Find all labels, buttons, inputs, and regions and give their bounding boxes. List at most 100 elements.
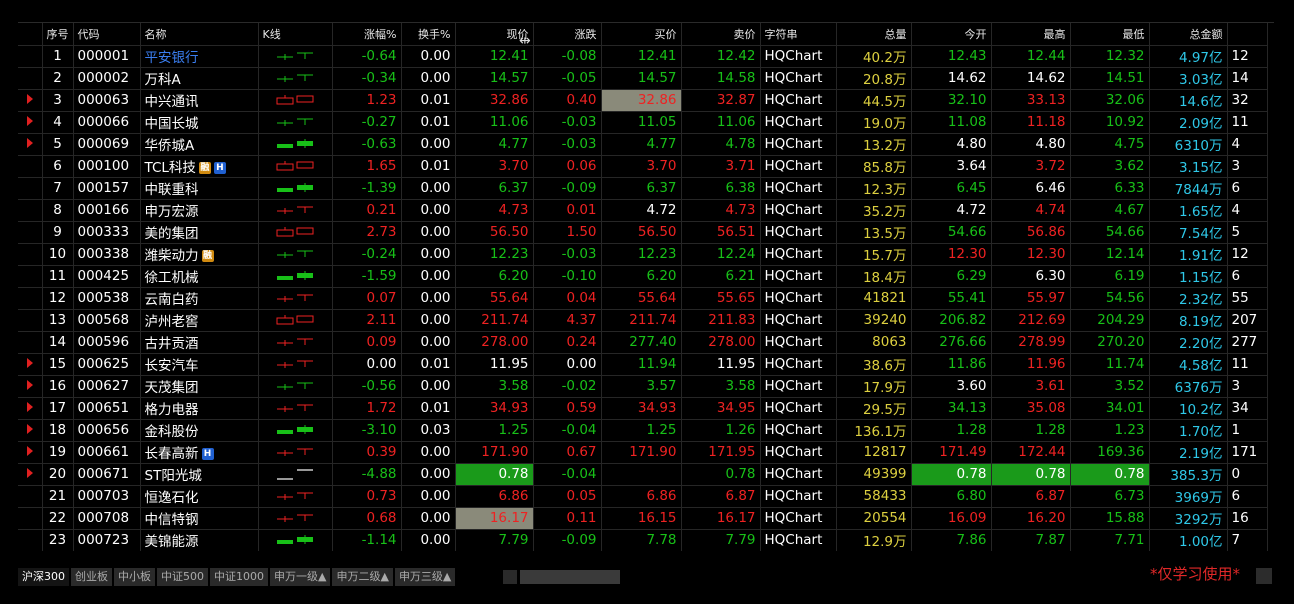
volume-cell: 35.2万: [836, 199, 912, 222]
stock-name[interactable]: 长春高新 H: [140, 441, 259, 464]
stock-code: 000627: [73, 375, 141, 398]
tab-3[interactable]: 中证500: [157, 568, 208, 586]
stock-name[interactable]: 华侨城A: [140, 133, 259, 156]
table-row[interactable]: 9 000333 美的集团 2.73 0.00 56.50 1.50 56.50 56.51 HQ…: [18, 221, 1268, 244]
table-row[interactable]: 16 000627 天茂集团 -0.56 0.00 3.58 -0.02 3.57 3.58 HQ…: [18, 375, 1268, 398]
table-row[interactable]: 23 000723 美锦能源 -1.14 0.00 7.79 -0.09 7.78 7.79 HQ…: [18, 529, 1268, 551]
row-index: 16: [42, 375, 74, 398]
stock-name[interactable]: 云南白药: [140, 287, 259, 310]
stock-name[interactable]: 恒逸石化: [140, 485, 259, 508]
stock-name[interactable]: 中国长城: [140, 111, 259, 134]
table-row[interactable]: 1 000001 平安银行 -0.64 0.00 12.41 -0.08 12.41 12.42…: [18, 45, 1268, 68]
stock-name[interactable]: ST阳光城: [140, 463, 259, 486]
bid-cell: 171.90: [601, 441, 682, 464]
stock-name[interactable]: 古井贡酒: [140, 331, 259, 354]
open-cell: 0.78: [911, 463, 992, 486]
column-header-change-col[interactable]: 涨跌: [533, 23, 602, 46]
table-row[interactable]: 18 000656 金科股份 -3.10 0.03 1.25 -0.04 1.25 1.26 HQ…: [18, 419, 1268, 442]
table-row[interactable]: 6 000100 TCL科技融 H 1.65 0.01 3.70 0.06 3.70 3.71 HQ…: [18, 155, 1268, 178]
tab-4[interactable]: 中证1000: [210, 568, 268, 586]
table-row[interactable]: 4 000066 中国长城 -0.27 0.01 11.06 -0.03 11.05 11.06…: [18, 111, 1268, 134]
stock-name[interactable]: 中联重科: [140, 177, 259, 200]
table-row[interactable]: 2 000002 万科A -0.34 0.00 14.57 -0.05 14.57 14.58 H…: [18, 67, 1268, 90]
column-header-ask-col[interactable]: 卖价: [681, 23, 761, 46]
stock-name[interactable]: 平安银行: [140, 45, 259, 68]
table-row[interactable]: 10 000338 潍柴动力融 -0.24 0.00 12.23 -0.03 12.23 12.…: [18, 243, 1268, 266]
price-cell: 12.23: [455, 243, 534, 266]
low-cell: 3.52: [1070, 375, 1150, 398]
stock-name[interactable]: 中兴通讯: [140, 89, 259, 112]
stock-name[interactable]: 格力电器: [140, 397, 259, 420]
column-header-name-col[interactable]: 名称: [140, 23, 259, 46]
price-cell: 4.77: [455, 133, 534, 156]
table-row[interactable]: 11 000425 徐工机械 -1.59 0.00 6.20 -0.10 6.20 6.21 HQ…: [18, 265, 1268, 288]
table-row[interactable]: 20 000671 ST阳光城 -4.88 0.00 0.78 -0.04 0.78 HQCha…: [18, 463, 1268, 486]
column-header-index-col[interactable]: 序号: [42, 23, 74, 46]
table-row[interactable]: 22 000708 中信特钢 0.68 0.00 16.17 0.11 16.15 16.17 H…: [18, 507, 1268, 530]
stock-code: 000568: [73, 309, 141, 332]
row-marker-cell: [18, 111, 43, 134]
column-header-bid-col[interactable]: 买价: [601, 23, 682, 46]
tab-2[interactable]: 中小板: [114, 568, 155, 586]
amount-cell: 10.2亿: [1149, 397, 1228, 420]
column-header-high-col[interactable]: 最高: [991, 23, 1071, 46]
stock-name[interactable]: 长安汽车: [140, 353, 259, 376]
table-row[interactable]: 8 000166 申万宏源 0.21 0.00 4.73 0.01 4.72 4.73 HQCha…: [18, 199, 1268, 222]
turnover-cell: 0.00: [401, 485, 456, 508]
column-header-string-col[interactable]: 字符串: [760, 23, 837, 46]
table-row[interactable]: 19 000661 长春高新 H 0.39 0.00 171.90 0.67 171.90 171…: [18, 441, 1268, 464]
change-pct-cell: -1.39: [332, 177, 402, 200]
table-row[interactable]: 15 000625 长安汽车 0.00 0.01 11.95 0.00 11.94 11.95 H…: [18, 353, 1268, 376]
stock-name[interactable]: 申万宏源: [140, 199, 259, 222]
column-header-arrow-col[interactable]: [18, 23, 43, 46]
stock-name[interactable]: 潍柴动力融: [140, 243, 259, 266]
stock-name[interactable]: 美的集团: [140, 221, 259, 244]
table-row[interactable]: 3 000063 中兴通讯 1.23 0.01 32.86 0.40 32.86 32.87 HQ…: [18, 89, 1268, 112]
table-row[interactable]: 12 000538 云南白药 0.07 0.00 55.64 0.04 55.64 55.65 H…: [18, 287, 1268, 310]
resize-corner[interactable]: [1256, 568, 1272, 584]
table-row[interactable]: 13 000568 泸州老窖 2.11 0.00 211.74 4.37 211.74 211.…: [18, 309, 1268, 332]
string-cell: HQChart: [760, 441, 837, 464]
extra-cell: 3: [1227, 375, 1268, 398]
volume-cell: 20554: [836, 507, 912, 530]
tab-0[interactable]: 沪深300: [18, 568, 69, 586]
table-row[interactable]: 5 000069 华侨城A -0.63 0.00 4.77 -0.03 4.77 4.78 HQC…: [18, 133, 1268, 156]
row-marker-cell: [18, 375, 43, 398]
tab-7[interactable]: 申万三级▲: [394, 568, 456, 586]
table-row[interactable]: 17 000651 格力电器 1.72 0.01 34.93 0.59 34.93 34.95 H…: [18, 397, 1268, 420]
column-header-kline-col[interactable]: K线: [258, 23, 333, 46]
ask-cell: 11.06: [681, 111, 761, 134]
scroll-left-button[interactable]: [503, 570, 517, 584]
column-header-amount-col[interactable]: 总金额: [1149, 23, 1228, 46]
column-header-extra-col[interactable]: [1227, 23, 1268, 46]
stock-name[interactable]: 中信特钢: [140, 507, 259, 530]
kline-candle-icon: [277, 492, 313, 500]
stock-code: 000723: [73, 529, 141, 551]
column-header-low-col[interactable]: 最低: [1070, 23, 1150, 46]
stock-name[interactable]: 美锦能源: [140, 529, 259, 551]
stock-name-label: 天茂集团: [144, 380, 199, 396]
tab-6[interactable]: 申万二级▲: [332, 568, 393, 586]
column-header-turnover-col[interactable]: 换手%: [401, 23, 456, 46]
stock-name[interactable]: 天茂集团: [140, 375, 259, 398]
table-row[interactable]: 7 000157 中联重科 -1.39 0.00 6.37 -0.09 6.37 6.38 HQC…: [18, 177, 1268, 200]
column-header-change-pct-col[interactable]: 涨幅%: [332, 23, 402, 46]
table-row[interactable]: 21 000703 恒逸石化 0.73 0.00 6.86 0.05 6.86 6.87 HQCh…: [18, 485, 1268, 508]
tab-5[interactable]: 申万一级▲: [270, 568, 331, 586]
column-header-code-col[interactable]: 代码: [73, 23, 141, 46]
column-header-open-col[interactable]: 今开: [911, 23, 992, 46]
stock-name[interactable]: 泸州老窖: [140, 309, 259, 332]
change-cell: 0.11: [533, 507, 602, 530]
stock-name[interactable]: 金科股份: [140, 419, 259, 442]
stock-name[interactable]: TCL科技融 H: [140, 155, 259, 178]
row-index: 2: [42, 67, 74, 90]
change-pct-cell: -0.56: [332, 375, 402, 398]
horizontal-scrollbar[interactable]: [520, 570, 620, 584]
stock-name[interactable]: 万科A: [140, 67, 259, 90]
tab-1[interactable]: 创业板: [71, 568, 112, 586]
string-cell: HQChart: [760, 397, 837, 420]
stock-name[interactable]: 徐工机械: [140, 265, 259, 288]
table-row[interactable]: 14 000596 古井贡酒 0.09 0.00 278.00 0.24 277.40 278.…: [18, 331, 1268, 354]
column-header-volume-col[interactable]: 总量: [836, 23, 912, 46]
bid-cell: 56.50: [601, 221, 682, 244]
